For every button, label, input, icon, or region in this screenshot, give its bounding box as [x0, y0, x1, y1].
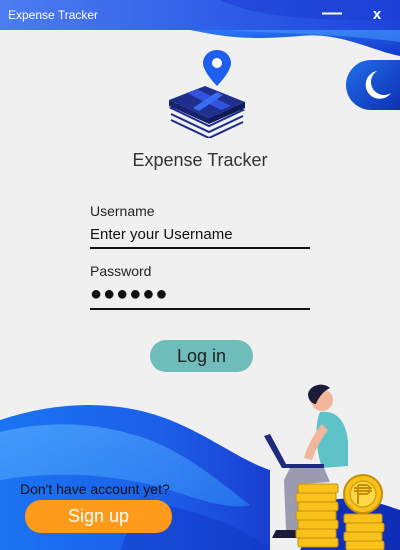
signup-button[interactable]: Sign up	[25, 500, 172, 533]
money-stack-pin-icon	[168, 50, 246, 138]
username-input[interactable]	[90, 221, 310, 249]
password-label: Password	[90, 263, 152, 279]
close-button[interactable]: x	[363, 2, 391, 28]
password-input[interactable]	[90, 282, 310, 310]
no-account-prompt: Don't have account yet?	[20, 481, 170, 497]
theme-toggle-button[interactable]	[346, 60, 400, 110]
login-button[interactable]: Log in	[150, 340, 253, 372]
person-laptop-coins-illustration	[264, 384, 385, 550]
app-title: Expense Tracker	[132, 150, 268, 170]
minimize-button[interactable]: —	[318, 2, 346, 28]
window-title: Expense Tracker	[8, 8, 99, 22]
username-label: Username	[90, 203, 155, 219]
moon-icon	[346, 60, 400, 110]
title-bar: Expense Tracker — x	[0, 0, 400, 30]
